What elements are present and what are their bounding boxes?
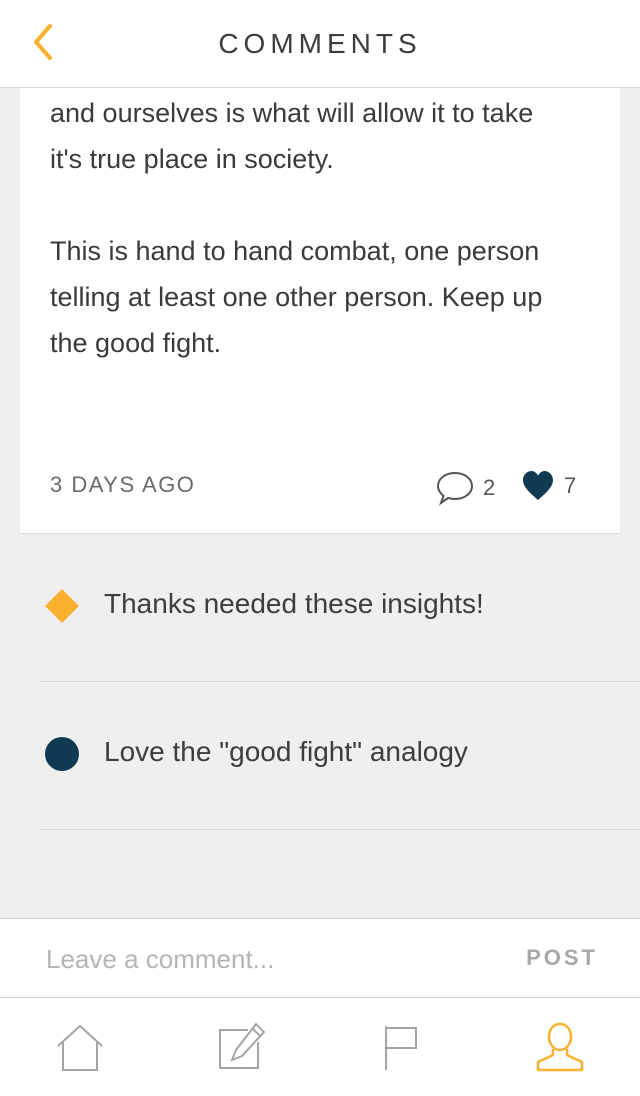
comment-composer: POST	[0, 918, 640, 998]
post-timestamp: 3 DAYS AGO	[50, 472, 196, 497]
heart-icon	[523, 471, 553, 500]
post-card: and ourselves is what will allow it to t…	[20, 88, 620, 534]
tab-home[interactable]	[50, 1018, 110, 1078]
like-count: 7	[564, 473, 577, 498]
page-title: COMMENTS	[218, 28, 422, 59]
header-bar: COMMENTS	[0, 0, 640, 88]
post-body: and ourselves is what will allow it to t…	[50, 98, 543, 358]
diamond-icon	[45, 589, 79, 623]
tab-profile[interactable]	[530, 1018, 590, 1078]
comment-count-button[interactable]: 2	[435, 468, 495, 508]
comment-text: Love the "good fight" analogy	[104, 736, 468, 767]
like-button[interactable]: 7	[520, 468, 576, 504]
tab-flag[interactable]	[370, 1018, 430, 1078]
speech-bubble-icon	[436, 471, 474, 506]
post-button[interactable]: POST	[526, 945, 598, 971]
comment-item: Love the "good fight" analogy	[40, 682, 640, 830]
comment-count: 2	[483, 475, 496, 500]
comment-text: Thanks needed these insights!	[104, 588, 484, 619]
circle-icon	[45, 737, 79, 771]
home-icon	[57, 1024, 103, 1071]
bottom-tab-bar	[0, 998, 640, 1096]
comment-item: Thanks needed these insights!	[40, 534, 640, 682]
compose-icon	[219, 1022, 266, 1069]
profile-icon	[536, 1022, 584, 1072]
flag-icon	[385, 1026, 417, 1070]
comment-input[interactable]	[46, 937, 486, 981]
tab-compose[interactable]	[210, 1018, 270, 1078]
